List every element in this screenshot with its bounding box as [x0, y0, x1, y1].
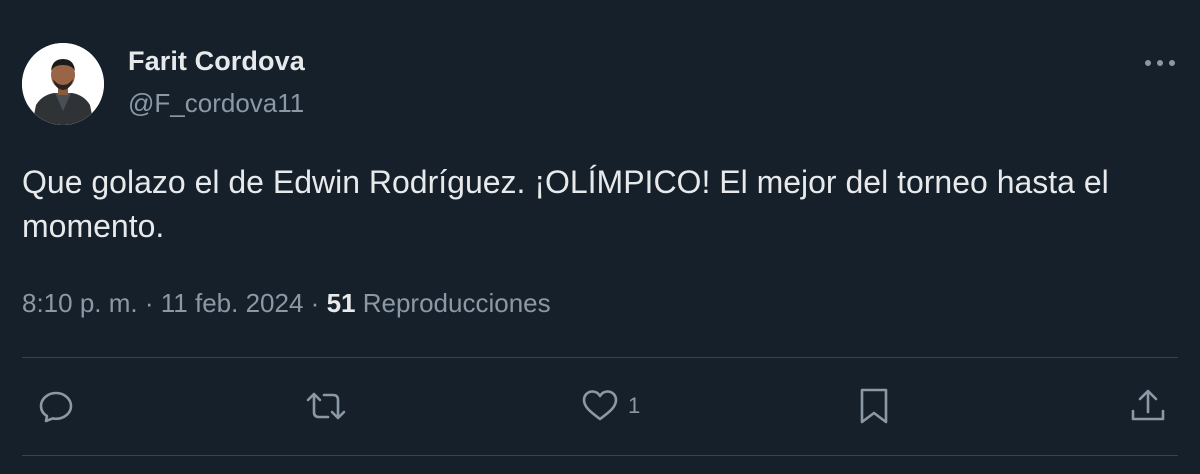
display-name[interactable]: Farit Cordova: [128, 46, 305, 77]
retweet-icon: [306, 392, 346, 420]
tweet-text: Que golazo el de Edwin Rodríguez. ¡OLÍMP…: [22, 164, 1109, 244]
tweet-time[interactable]: 8:10 p. m.: [22, 288, 138, 318]
meta-separator: ·: [144, 288, 154, 318]
tweet-metadata: 8:10 p. m. · 11 feb. 2024 · 51 Reproducc…: [22, 288, 551, 319]
tweet-card: Farit Cordova @F_cordova11 Que golazo el…: [0, 0, 1200, 474]
avatar-image: [22, 43, 104, 125]
views-count[interactable]: 51: [327, 288, 356, 318]
like-button[interactable]: 1: [580, 386, 640, 426]
bookmark-button[interactable]: [856, 386, 892, 426]
reply-button[interactable]: [36, 386, 76, 426]
divider: [22, 357, 1178, 358]
tweet-date[interactable]: 11 feb. 2024: [161, 288, 304, 318]
more-options-button[interactable]: [1138, 48, 1182, 78]
share-button[interactable]: [1128, 386, 1168, 426]
user-handle[interactable]: @F_cordova11: [128, 88, 304, 119]
bookmark-icon: [860, 388, 888, 424]
retweet-button[interactable]: [304, 386, 348, 426]
reply-icon: [39, 391, 73, 423]
like-count: 1: [628, 393, 641, 418]
more-dots-icon: [1145, 60, 1175, 66]
heart-icon: [582, 390, 618, 421]
meta-separator: ·: [310, 288, 320, 318]
divider: [22, 455, 1178, 456]
avatar[interactable]: [22, 43, 104, 125]
views-label[interactable]: Reproducciones: [363, 288, 551, 318]
share-icon: [1131, 389, 1165, 421]
